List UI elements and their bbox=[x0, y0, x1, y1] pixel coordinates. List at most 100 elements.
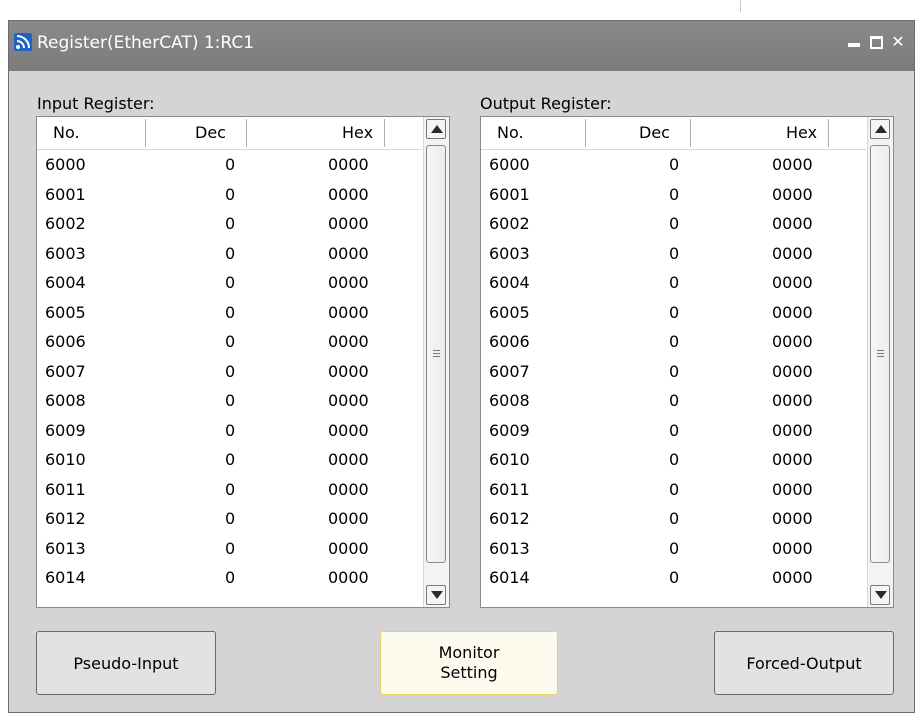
grip-icon bbox=[433, 350, 440, 351]
table-row[interactable]: 6004 0 0000 bbox=[481, 268, 866, 297]
cell-hex: 0000 bbox=[772, 391, 813, 410]
table-row[interactable]: 6009 0 0000 bbox=[37, 416, 422, 445]
table-row[interactable]: 6002 0 0000 bbox=[481, 209, 866, 238]
cell-dec: 0 bbox=[225, 391, 236, 410]
cell-dec: 0 bbox=[225, 184, 236, 204]
cell-no: 6006 bbox=[45, 332, 86, 351]
cell-dec: 0 bbox=[225, 479, 236, 499]
table-row[interactable]: 6003 0 0000 bbox=[37, 239, 422, 268]
table-row[interactable]: 6010 0 0000 bbox=[481, 445, 866, 474]
cell-no: 6013 bbox=[45, 538, 86, 558]
table-row[interactable]: 6012 0 0000 bbox=[37, 504, 422, 533]
cell-hex: 0000 bbox=[328, 450, 369, 469]
table-row[interactable]: 6010 0 0000 bbox=[37, 445, 422, 474]
cell-hex: 0000 bbox=[772, 273, 813, 292]
title-bar[interactable]: Register(EtherCAT) 1:RC1 ✕ bbox=[9, 21, 914, 71]
cell-no: 6012 bbox=[489, 509, 530, 528]
table-row[interactable]: 6009 0 0000 bbox=[481, 416, 866, 445]
column-header-hex[interactable]: Hex bbox=[786, 117, 817, 149]
table-row[interactable]: 6008 0 0000 bbox=[37, 386, 422, 415]
scroll-thumb[interactable] bbox=[870, 145, 890, 563]
forced-output-button[interactable]: Forced-Output bbox=[714, 631, 894, 695]
table-row[interactable]: 6013 0 0000 bbox=[481, 534, 866, 563]
cell-hex: 0000 bbox=[772, 450, 813, 469]
table-row[interactable]: 6003 0 0000 bbox=[481, 239, 866, 268]
cell-hex: 0000 bbox=[772, 155, 813, 174]
table-row[interactable]: 6011 0 0000 bbox=[37, 475, 422, 504]
cell-hex: 0000 bbox=[328, 155, 369, 174]
maximize-icon[interactable] bbox=[865, 31, 887, 53]
column-header-dec[interactable]: Dec bbox=[639, 117, 670, 149]
table-row[interactable]: 6012 0 0000 bbox=[481, 504, 866, 533]
cell-hex: 0000 bbox=[772, 302, 813, 322]
cell-hex: 0000 bbox=[328, 184, 369, 204]
table-row[interactable]: 6005 0 0000 bbox=[481, 298, 866, 327]
table-row[interactable]: 6013 0 0000 bbox=[37, 534, 422, 563]
table-row[interactable]: 6006 0 0000 bbox=[37, 327, 422, 356]
table-row[interactable]: 6005 0 0000 bbox=[37, 298, 422, 327]
cell-hex: 0000 bbox=[328, 538, 369, 558]
cell-dec: 0 bbox=[669, 420, 680, 440]
cell-dec: 0 bbox=[669, 332, 680, 351]
chevron-down-icon bbox=[431, 591, 443, 599]
table-row[interactable]: 6011 0 0000 bbox=[481, 475, 866, 504]
column-header-no[interactable]: No. bbox=[497, 117, 524, 149]
table-row[interactable]: 6000 0 0000 bbox=[37, 150, 422, 179]
cell-dec: 0 bbox=[225, 155, 236, 174]
cell-hex: 0000 bbox=[772, 420, 813, 440]
cell-dec: 0 bbox=[225, 450, 236, 469]
cell-hex: 0000 bbox=[328, 332, 369, 351]
close-icon[interactable]: ✕ bbox=[887, 31, 909, 53]
column-header-dec[interactable]: Dec bbox=[195, 117, 226, 149]
cell-dec: 0 bbox=[225, 332, 236, 351]
column-header-no[interactable]: No. bbox=[53, 117, 80, 149]
table-row[interactable]: 6008 0 0000 bbox=[481, 386, 866, 415]
cell-dec: 0 bbox=[669, 391, 680, 410]
cell-dec: 0 bbox=[669, 568, 680, 587]
output-scrollbar[interactable] bbox=[867, 117, 893, 607]
cell-hex: 0000 bbox=[328, 509, 369, 528]
table-row[interactable]: 6007 0 0000 bbox=[37, 357, 422, 386]
window-title: Register(EtherCAT) 1:RC1 bbox=[37, 33, 255, 53]
cell-no: 6006 bbox=[489, 332, 530, 351]
input-register-table[interactable]: No. Dec Hex 6000 0 0000 6001 0 0000 6002 0 0000 6… bbox=[36, 116, 450, 608]
cell-dec: 0 bbox=[225, 214, 236, 233]
input-scrollbar[interactable] bbox=[423, 117, 449, 607]
table-row[interactable]: 6006 0 0000 bbox=[481, 327, 866, 356]
minimize-icon[interactable] bbox=[843, 31, 865, 53]
table-row[interactable]: 6001 0 0000 bbox=[481, 180, 866, 209]
cell-hex: 0000 bbox=[328, 361, 369, 381]
cell-no: 6004 bbox=[45, 273, 86, 292]
table-row[interactable]: 6014 0 0000 bbox=[481, 563, 866, 592]
column-header-hex[interactable]: Hex bbox=[342, 117, 373, 149]
table-header: No. Dec Hex bbox=[37, 117, 422, 150]
cell-hex: 0000 bbox=[328, 568, 369, 587]
cell-hex: 0000 bbox=[772, 538, 813, 558]
cell-no: 6009 bbox=[45, 420, 86, 440]
scroll-thumb[interactable] bbox=[426, 145, 446, 563]
scroll-up-button[interactable] bbox=[870, 119, 890, 139]
scroll-down-button[interactable] bbox=[870, 585, 890, 605]
scroll-down-button[interactable] bbox=[426, 585, 446, 605]
cell-dec: 0 bbox=[669, 538, 680, 558]
scroll-up-button[interactable] bbox=[426, 119, 446, 139]
cell-no: 6011 bbox=[489, 479, 530, 499]
output-register-table[interactable]: No. Dec Hex 6000 0 0000 6001 0 0000 6002 0 0000 6… bbox=[480, 116, 894, 608]
cell-no: 6005 bbox=[45, 302, 86, 322]
cell-hex: 0000 bbox=[328, 420, 369, 440]
table-row[interactable]: 6004 0 0000 bbox=[37, 268, 422, 297]
table-row[interactable]: 6002 0 0000 bbox=[37, 209, 422, 238]
cell-hex: 0000 bbox=[772, 332, 813, 351]
table-row[interactable]: 6007 0 0000 bbox=[481, 357, 866, 386]
cell-no: 6005 bbox=[489, 302, 530, 322]
cell-no: 6002 bbox=[45, 214, 86, 233]
cell-hex: 0000 bbox=[772, 214, 813, 233]
pseudo-input-button[interactable]: Pseudo-Input bbox=[36, 631, 216, 695]
background-strip bbox=[0, 0, 923, 12]
cell-hex: 0000 bbox=[772, 243, 813, 263]
table-row[interactable]: 6001 0 0000 bbox=[37, 180, 422, 209]
monitor-setting-button[interactable]: Monitor Setting bbox=[380, 631, 558, 695]
table-row[interactable]: 6014 0 0000 bbox=[37, 563, 422, 592]
cell-no: 6014 bbox=[489, 568, 530, 587]
table-row[interactable]: 6000 0 0000 bbox=[481, 150, 866, 179]
